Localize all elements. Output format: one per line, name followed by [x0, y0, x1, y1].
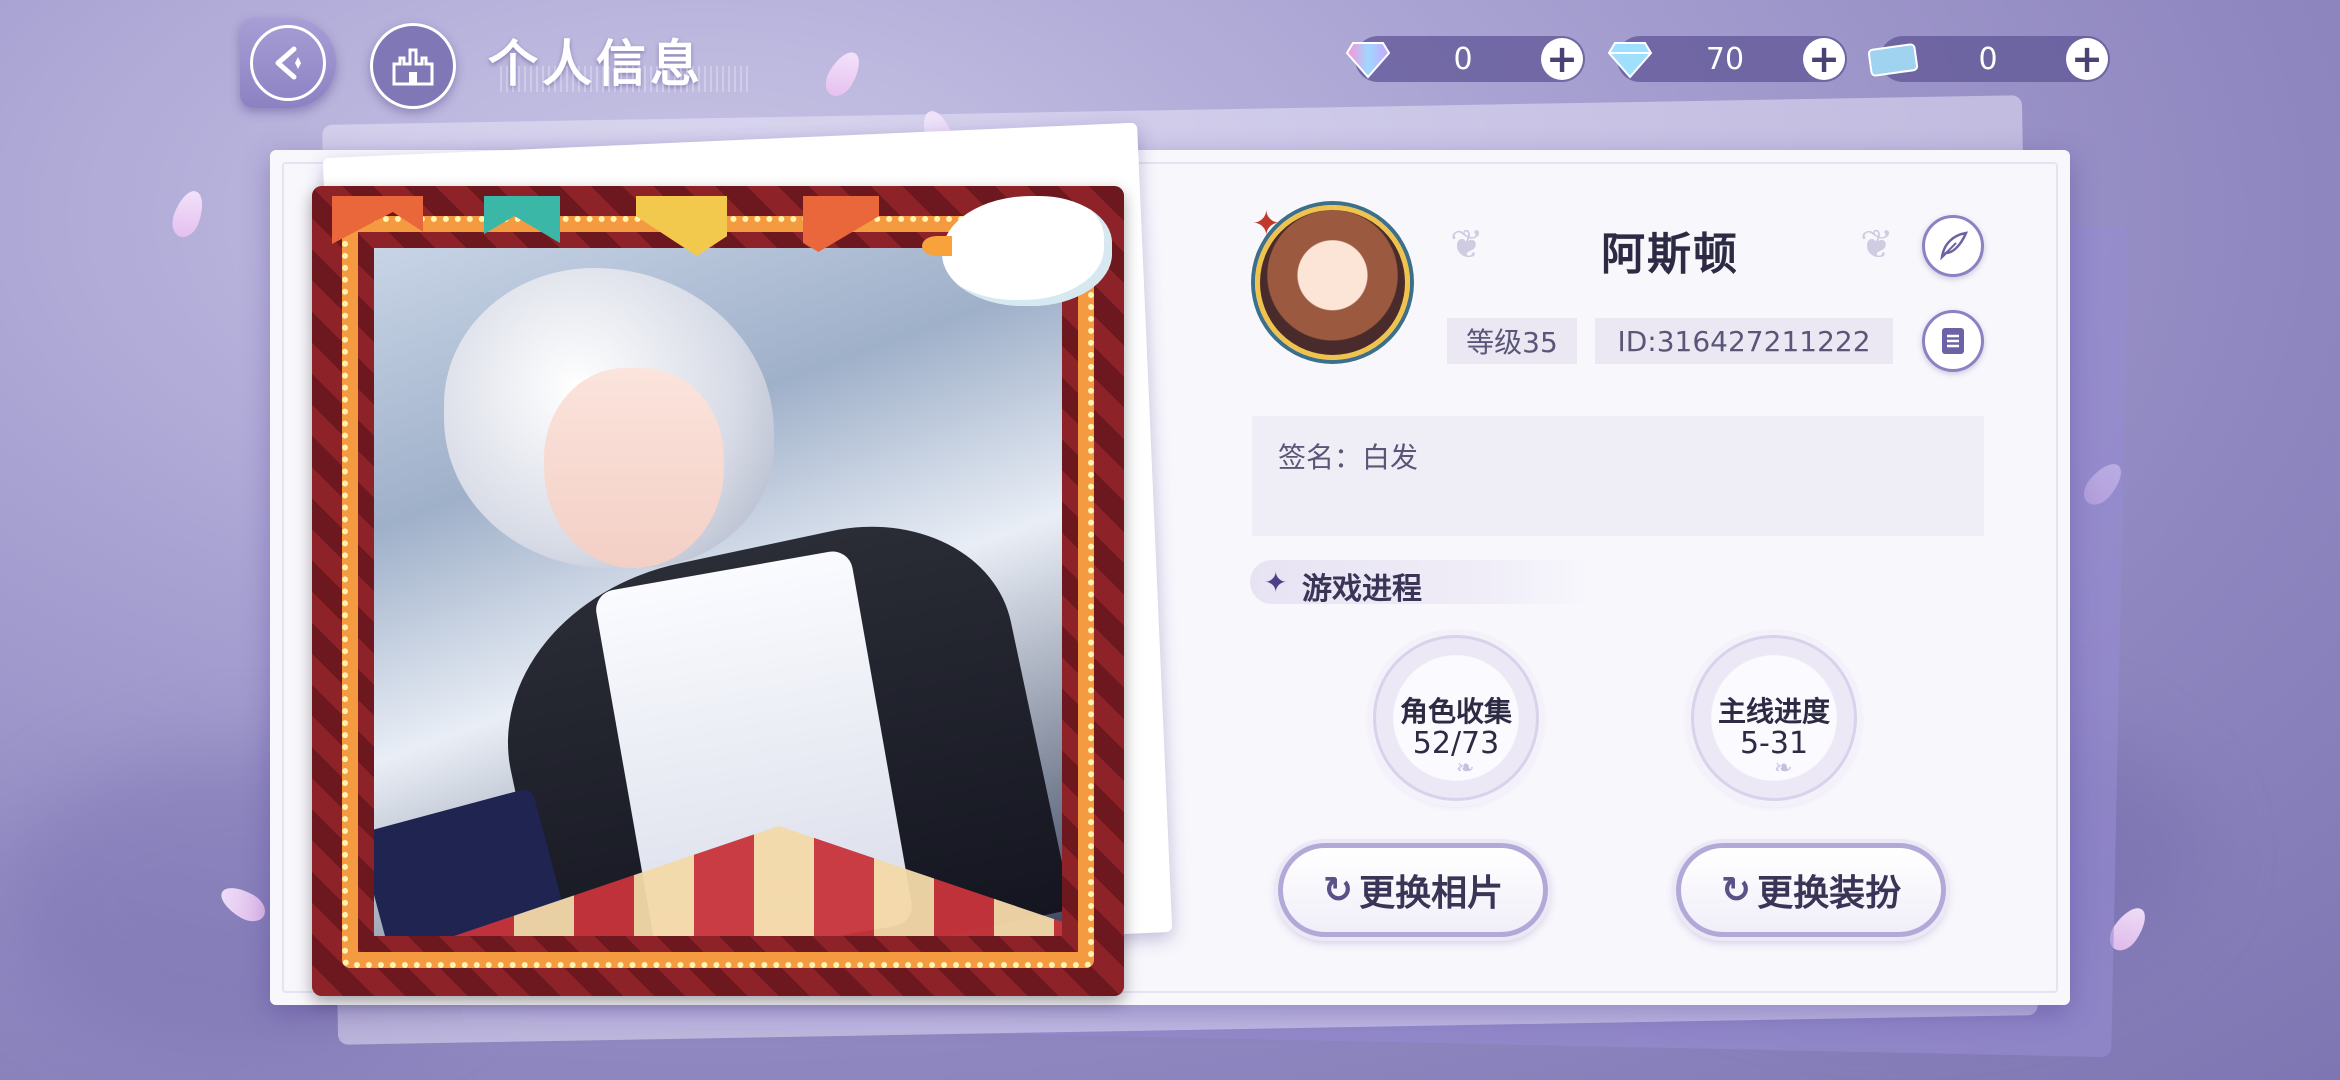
- signature-text: 签名：白发: [1278, 441, 1419, 474]
- back-button[interactable]: [240, 18, 336, 108]
- back-arrow-icon: [250, 25, 326, 101]
- petal-decoration: [167, 187, 209, 241]
- button-label: 更换装扮: [1757, 872, 1902, 914]
- change-photo-button[interactable]: ↻ 更换相片: [1278, 843, 1548, 937]
- copy-id-button[interactable]: [1922, 310, 1984, 372]
- document-icon: [1942, 328, 1964, 354]
- button-label: 更换相片: [1359, 872, 1504, 914]
- home-button[interactable]: [370, 23, 456, 109]
- title-decoration: [500, 66, 750, 92]
- currency-ticket: 0 +: [1867, 36, 2110, 82]
- castle-icon: [392, 48, 434, 86]
- character-collection-stat[interactable]: 角色收集 52/73 ❧: [1373, 635, 1539, 801]
- player-name: 阿斯顿: [1601, 229, 1739, 280]
- change-outfit-button[interactable]: ↻ 更换装扮: [1676, 843, 1946, 937]
- add-currency-button[interactable]: +: [1541, 38, 1583, 80]
- avatar[interactable]: ✦: [1252, 204, 1410, 360]
- level-tag: 等级35: [1447, 318, 1577, 364]
- signature-box[interactable]: 签名：白发: [1252, 416, 1984, 536]
- stat-label: 主线进度: [1717, 695, 1830, 728]
- blue-diamond-icon: [1603, 32, 1657, 86]
- main-story-progress-stat[interactable]: 主线进度 5-31 ❧: [1691, 635, 1857, 801]
- edit-name-button[interactable]: [1922, 215, 1984, 277]
- currency-rainbow-diamond: 0 +: [1345, 36, 1585, 82]
- laurel-icon: ❧: [1774, 756, 1793, 781]
- rainbow-diamond-icon: [1341, 32, 1395, 86]
- add-currency-button[interactable]: +: [2066, 38, 2108, 80]
- feather-icon: [1940, 231, 1969, 261]
- sparkle-icon: ✦: [1264, 566, 1288, 599]
- stat-label: 角色收集: [1399, 695, 1512, 728]
- laurel-icon: ❧: [1456, 756, 1475, 781]
- section-title: 游戏进程: [1302, 572, 1422, 607]
- add-currency-button[interactable]: +: [1803, 38, 1845, 80]
- profile-photo: [312, 186, 1124, 996]
- currency-blue-diamond: 70 +: [1607, 36, 1847, 82]
- game-progress-header: ✦ 游戏进程: [1250, 560, 1590, 607]
- ticket-icon: [1866, 32, 1920, 86]
- player-id-tag: ID:316427211222: [1595, 318, 1893, 364]
- refresh-icon: ↻: [1720, 869, 1752, 911]
- refresh-icon: ↻: [1322, 869, 1354, 911]
